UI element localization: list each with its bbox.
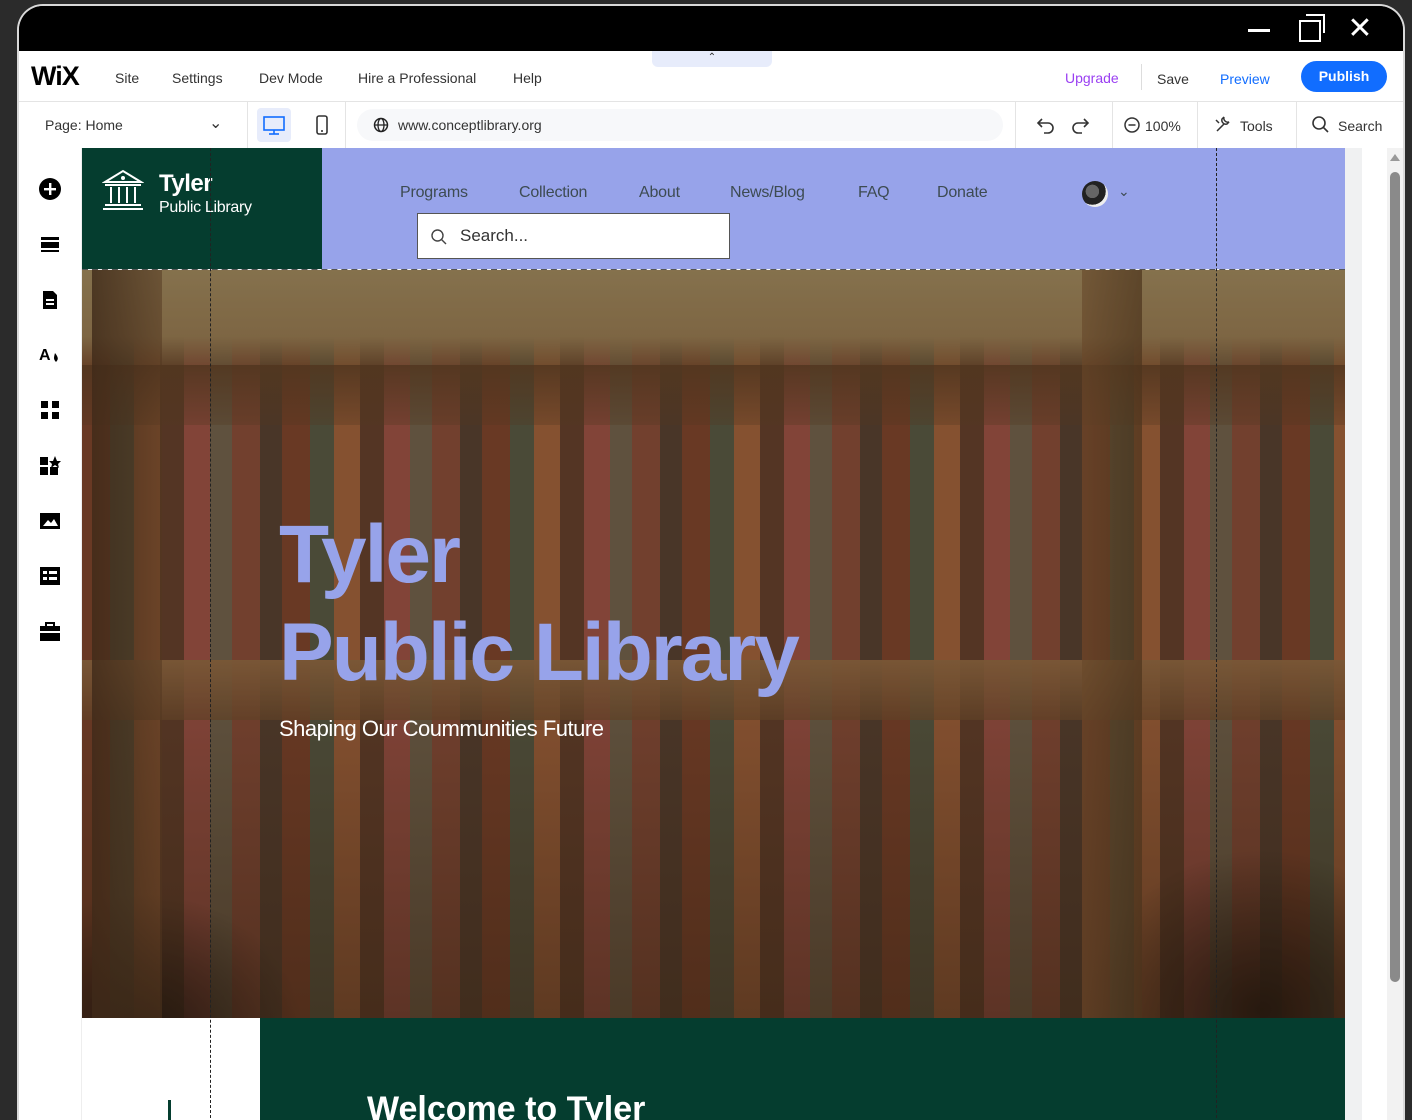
menu-site[interactable]: Site: [115, 70, 139, 86]
hero-title-line: Tyler: [279, 509, 461, 600]
site-design-icon[interactable]: A: [38, 343, 62, 367]
nav-news-blog[interactable]: News/Blog: [730, 184, 805, 202]
left-panel: A: [19, 148, 82, 1120]
divider: [1015, 102, 1016, 148]
divider: [1112, 102, 1113, 148]
divider: [1197, 102, 1198, 148]
wix-logo[interactable]: WiX: [31, 61, 80, 92]
window-titlebar: ✕: [19, 6, 1403, 51]
scrollbar[interactable]: [1387, 148, 1403, 1120]
media-icon[interactable]: [38, 509, 62, 533]
maximize-icon[interactable]: [1297, 14, 1327, 44]
undo-icon[interactable]: [1035, 113, 1057, 135]
hero-section[interactable]: Tyler Public Library Shaping Our Coummun…: [82, 270, 1345, 1018]
brand-title: Tyler: [159, 170, 213, 197]
library-building-icon: [102, 169, 144, 210]
scroll-up-icon[interactable]: [1390, 154, 1400, 161]
collapse-topbar-button[interactable]: ⌃: [652, 51, 772, 67]
site-url-text: www.conceptlibrary.org: [398, 117, 542, 133]
add-apps-icon[interactable]: [38, 398, 62, 422]
divider: [247, 102, 248, 148]
business-solutions-icon[interactable]: [38, 454, 62, 478]
menu-dev-mode[interactable]: Dev Mode: [259, 70, 323, 86]
chevron-down-icon[interactable]: ⌄: [209, 113, 222, 133]
gridline-right: [1216, 148, 1217, 1120]
save-button[interactable]: Save: [1157, 71, 1189, 87]
tools-icon[interactable]: [1213, 115, 1233, 135]
divider: [1296, 102, 1297, 148]
editor-top-bar: WiX Site Settings Dev Mode Hire a Profes…: [19, 51, 1403, 102]
welcome-heading[interactable]: Welcome to Tyler: [367, 1090, 645, 1120]
divider: [345, 102, 346, 148]
right-rail: [1362, 148, 1403, 1120]
sections-icon[interactable]: [38, 232, 62, 256]
site-search-input[interactable]: Search...: [417, 213, 730, 259]
chevron-down-icon[interactable]: ⌄: [1118, 183, 1130, 200]
add-elements-icon[interactable]: [38, 177, 62, 201]
nav-faq[interactable]: FAQ: [858, 184, 890, 202]
desktop-view-button[interactable]: [257, 108, 291, 142]
globe-icon: [373, 117, 389, 133]
editor-canvas[interactable]: Tyler Public Library Programs Collection…: [82, 148, 1403, 1120]
menu-settings[interactable]: Settings: [172, 70, 223, 86]
portfolio-icon[interactable]: [38, 620, 62, 644]
welcome-section[interactable]: Welcome to Tyler: [260, 1018, 1345, 1120]
site-header[interactable]: Tyler Public Library Programs Collection…: [82, 148, 1345, 269]
page-selector[interactable]: Page: Home: [45, 117, 123, 133]
brand-block[interactable]: Tyler Public Library: [82, 148, 322, 269]
hero-tagline[interactable]: Shaping Our Coummunities Future: [279, 716, 604, 742]
nav-collection[interactable]: Collection: [519, 184, 587, 202]
search-icon[interactable]: [1311, 115, 1331, 135]
menu-hire-professional[interactable]: Hire a Professional: [358, 70, 476, 86]
mobile-icon: [316, 115, 328, 135]
close-icon[interactable]: ✕: [1345, 14, 1375, 44]
preview-button[interactable]: Preview: [1220, 71, 1270, 87]
hero-title-line: Public Library: [279, 607, 800, 698]
tools-button[interactable]: Tools: [1240, 118, 1273, 134]
brand-subtitle: Public Library: [159, 199, 252, 216]
desktop-icon: [263, 116, 285, 135]
menu-help[interactable]: Help: [513, 70, 542, 86]
search-icon: [431, 229, 447, 245]
chevron-up-icon: ⌃: [707, 52, 717, 63]
zoom-level[interactable]: 100%: [1145, 118, 1181, 134]
zoom-out-icon[interactable]: [1123, 116, 1141, 134]
divider: [1141, 64, 1142, 90]
publish-button[interactable]: Publish: [1301, 61, 1387, 92]
gridline-left: [210, 148, 211, 1120]
nav-donate[interactable]: Donate: [937, 184, 988, 202]
browser-window: ✕ WiX Site Settings Dev Mode Hire a Prof…: [17, 4, 1405, 1120]
welcome-side-panel: [82, 1018, 260, 1120]
search-placeholder: Search...: [460, 226, 529, 245]
site-url-bar[interactable]: www.conceptlibrary.org: [357, 109, 1003, 141]
decorative-line: [168, 1100, 171, 1120]
editor-toolbar: Page: Home ⌄ www.conceptlibrary.org 100%…: [19, 102, 1403, 149]
minimize-icon[interactable]: [1245, 14, 1275, 44]
svg-text:A: A: [39, 347, 51, 364]
scrollbar-thumb[interactable]: [1390, 172, 1400, 982]
upgrade-link[interactable]: Upgrade: [1065, 70, 1119, 86]
redo-icon[interactable]: [1069, 113, 1091, 135]
cms-icon[interactable]: [38, 564, 62, 588]
hero-title[interactable]: Tyler Public Library: [279, 506, 800, 702]
mobile-view-button[interactable]: [305, 108, 339, 142]
site-page: Tyler Public Library Programs Collection…: [82, 148, 1345, 1120]
member-avatar[interactable]: [1082, 181, 1108, 207]
pages-icon[interactable]: [38, 288, 62, 312]
search-button[interactable]: Search: [1338, 118, 1382, 134]
nav-programs[interactable]: Programs: [400, 184, 468, 202]
nav-about[interactable]: About: [639, 184, 680, 202]
